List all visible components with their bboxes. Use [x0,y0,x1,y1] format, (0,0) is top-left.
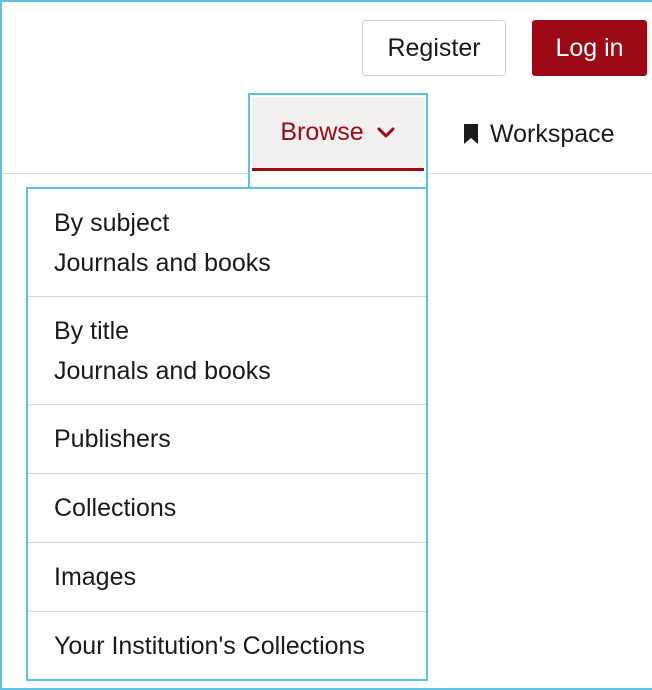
menu-item-title: Collections [54,493,177,522]
menu-item-title: Images [54,562,136,591]
login-button[interactable]: Log in [532,20,647,76]
browse-tab-label: Browse [280,118,364,146]
bookmark-icon [464,124,478,144]
browse-tab[interactable]: Browse [248,93,428,189]
chevron-down-icon [377,127,395,137]
menu-item-title: Publishers [54,424,171,453]
menu-item-subtitle: Journals and books [54,356,271,385]
menu-item-publishers[interactable]: Publishers [28,405,426,474]
menu-item-by-title[interactable]: By title Journals and books [28,297,426,405]
menu-item-by-subject[interactable]: By subject Journals and books [28,189,426,297]
workspace-link[interactable]: Workspace [462,112,615,156]
register-button[interactable]: Register [362,20,506,76]
browse-tab-inner[interactable]: Browse [252,97,424,171]
workspace-label: Workspace [490,119,615,148]
browse-dropdown-menu: By subject Journals and books By title J… [26,187,428,681]
menu-item-collections[interactable]: Collections [28,474,426,543]
menu-item-title: By title [54,316,130,345]
menu-item-title: Your Institution's Collections [54,632,365,660]
menu-item-images[interactable]: Images [28,543,426,612]
menu-item-institution-collections[interactable]: Your Institution's Collections [28,612,426,681]
menu-item-title: By subject [54,208,170,237]
menu-item-subtitle: Journals and books [54,248,271,277]
